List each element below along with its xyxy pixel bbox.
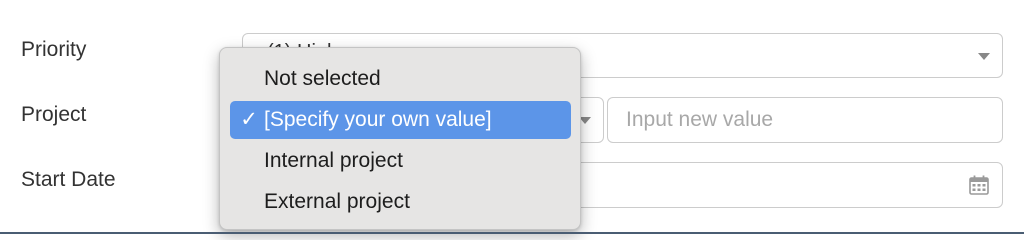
menu-item-specify-own-value[interactable]: ✓ [Specify your own value] [230, 101, 571, 139]
menu-item-not-selected[interactable]: Not selected [230, 60, 571, 98]
menu-item-label: External project [264, 190, 410, 213]
chevron-down-icon[interactable] [978, 52, 990, 60]
bottom-divider [0, 232, 1024, 234]
project-custom-value-input[interactable] [607, 97, 1003, 143]
project-dropdown-menu: Not selected ✓ [Specify your own value] … [219, 47, 581, 230]
menu-item-label: Internal project [264, 149, 403, 172]
start-date-label: Start Date [21, 168, 116, 191]
menu-item-label: [Specify your own value] [264, 108, 492, 131]
menu-item-external-project[interactable]: External project [230, 183, 571, 221]
calendar-icon[interactable] [968, 174, 990, 196]
menu-item-label: Not selected [264, 67, 381, 90]
task-form: Priority Project Start Date (1) High [0, 0, 1024, 234]
project-label: Project [21, 103, 87, 126]
priority-label: Priority [21, 38, 87, 61]
checkmark-icon: ✓ [240, 108, 258, 131]
menu-item-internal-project[interactable]: Internal project [230, 142, 571, 180]
